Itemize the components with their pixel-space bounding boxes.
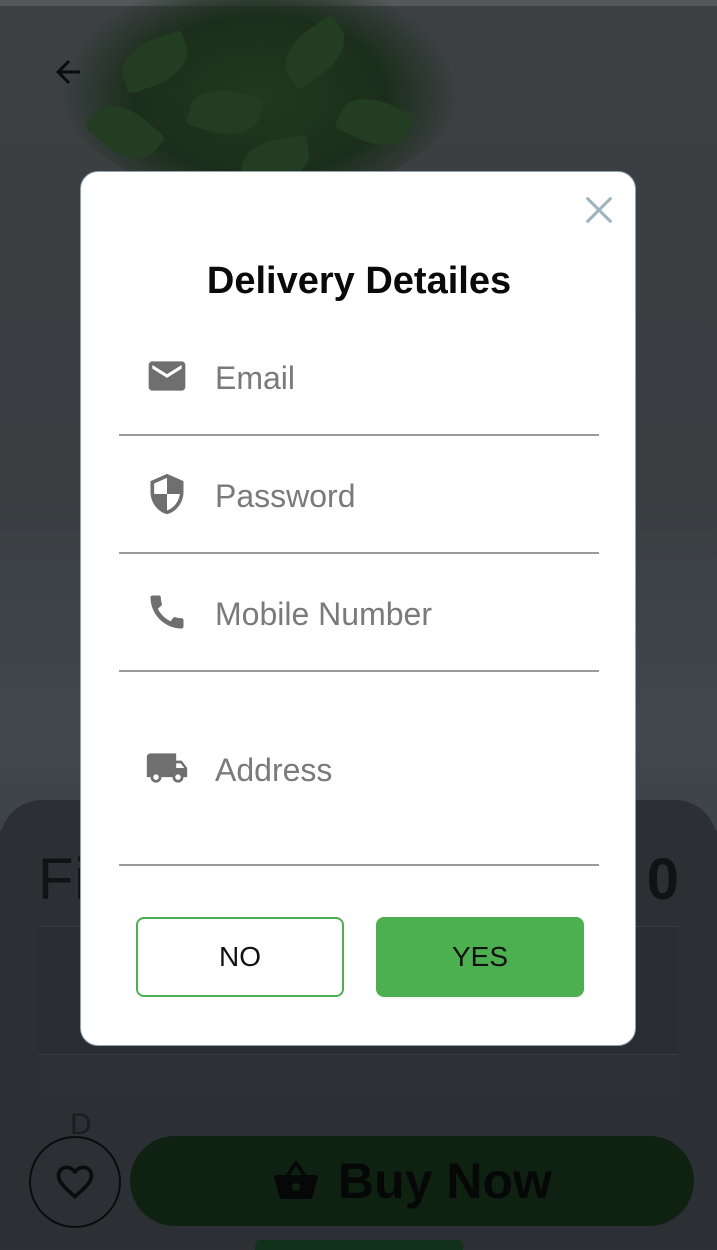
product-price: 0 — [646, 847, 679, 912]
phone-icon — [145, 590, 189, 634]
mobile-number-input[interactable] — [215, 594, 585, 634]
truck-icon — [145, 746, 189, 790]
password-input[interactable] — [215, 476, 585, 516]
password-field — [119, 434, 599, 554]
buy-now-button[interactable]: Buy Now — [130, 1136, 694, 1226]
mobile-number-field — [119, 552, 599, 672]
no-button[interactable]: NO — [136, 917, 344, 997]
close-icon — [586, 197, 612, 223]
heart-icon — [56, 1165, 94, 1200]
delivery-details-dialog: Delivery Detailes Email Mobile Number Ad… — [80, 171, 636, 1046]
arrow-left-icon — [56, 60, 80, 84]
dialog-title: Delivery Detailes — [206, 260, 512, 302]
back-button[interactable] — [48, 52, 88, 92]
close-button[interactable] — [581, 192, 617, 228]
bottom-handle — [255, 1240, 463, 1250]
buy-now-label: Buy Now — [338, 1153, 552, 1209]
email-icon — [145, 354, 189, 398]
shopping-basket-icon — [274, 1161, 319, 1199]
yes-button[interactable]: YES — [376, 917, 584, 997]
email-field — [119, 332, 599, 436]
shield-icon — [145, 472, 189, 516]
address-field — [119, 670, 599, 866]
email-input[interactable] — [215, 358, 585, 398]
favorite-button[interactable] — [29, 1136, 121, 1228]
info-row — [38, 1056, 678, 1096]
address-input[interactable] — [215, 750, 585, 790]
divider — [38, 1054, 678, 1055]
